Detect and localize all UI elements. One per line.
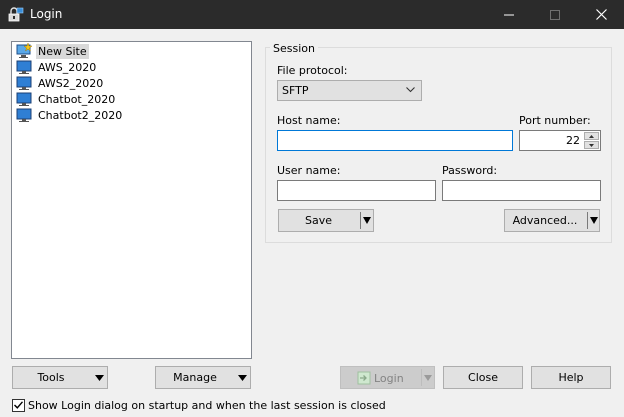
title-bar[interactable]: Login [0,0,624,29]
tools-button[interactable]: Tools [12,366,108,389]
advanced-split-button[interactable]: Advanced... [504,209,600,232]
checkmark-icon [14,401,23,409]
session-group-title: Session [270,42,318,55]
user-name-field[interactable] [277,180,436,201]
save-split-button[interactable]: Save [278,209,374,232]
new-site-icon [16,43,32,58]
user-name-label: User name: [277,164,341,177]
close-button-label: Close [468,371,498,384]
tree-item-new-site[interactable]: New Site [16,43,89,59]
close-button[interactable]: Close [443,366,523,389]
winscp-icon [8,7,24,22]
dropdown-arrow-icon [95,375,104,381]
port-increment-button[interactable] [584,132,599,140]
close-window-button[interactable] [578,0,624,29]
file-protocol-value: SFTP [282,84,309,97]
caret-up-icon [589,134,594,138]
startup-checkbox[interactable] [12,398,25,412]
password-input[interactable] [443,181,600,200]
split-divider [587,212,588,229]
close-icon [595,9,607,20]
advanced-button-label: Advanced... [512,214,578,227]
manage-button-label: Manage [173,371,217,384]
help-button[interactable]: Help [531,366,611,389]
port-number-label: Port number: [519,114,591,127]
password-label: Password: [442,164,498,177]
host-name-input[interactable] [278,131,512,150]
minimize-icon [504,14,514,15]
startup-checkbox-label: Show Login dialog on startup and when th… [28,398,386,412]
monitor-icon [16,92,32,106]
monitor-icon [16,76,32,90]
tree-item-label: New Site [36,43,89,59]
save-button-label: Save [304,214,332,227]
user-name-input[interactable] [278,181,435,200]
tree-item-label: Chatbot_2020 [38,92,116,106]
tools-button-label: Tools [37,371,65,384]
file-protocol-select[interactable]: SFTP [277,80,422,101]
monitor-icon [16,108,32,122]
tree-item-chatbot2-2020[interactable]: Chatbot2_2020 [16,107,124,123]
maximize-button[interactable] [532,0,578,29]
port-decrement-button[interactable] [584,141,599,149]
split-divider [360,212,361,229]
dropdown-arrow-icon [238,375,247,381]
site-tree[interactable]: New Site AWS_2020 AWS2_2020 Chatbot_2020… [11,41,252,359]
port-number-stepper[interactable]: 22 [519,130,601,151]
dropdown-arrow-icon [590,217,598,224]
file-protocol-label: File protocol: [277,64,348,77]
minimize-button[interactable] [486,0,532,29]
tree-item-aws2-2020[interactable]: AWS2_2020 [16,75,105,91]
tree-item-chatbot-2020[interactable]: Chatbot_2020 [16,91,117,107]
monitor-icon [16,60,32,74]
host-name-label: Host name: [277,114,341,127]
login-icon [357,371,371,385]
chevron-down-icon [406,87,415,93]
login-button-label: Login [374,372,404,385]
dropdown-arrow-icon [363,217,371,224]
tree-item-label: AWS2_2020 [38,76,104,90]
login-split-button[interactable]: Login [340,366,435,389]
tree-item-label: Chatbot2_2020 [38,108,123,122]
password-field[interactable] [442,180,601,201]
dropdown-arrow-icon [424,375,432,381]
port-number-value: 22 [566,134,580,147]
caret-down-icon [589,143,594,147]
manage-button[interactable]: Manage [155,366,251,389]
host-name-field[interactable] [277,130,513,151]
tree-item-aws-2020[interactable]: AWS_2020 [16,59,98,75]
split-divider [421,369,422,386]
window-title: Login [30,7,63,21]
startup-checkbox-row[interactable]: Show Login dialog on startup and when th… [12,398,386,412]
tree-item-label: AWS_2020 [38,60,97,74]
help-button-label: Help [558,371,584,384]
maximize-icon [550,9,560,20]
